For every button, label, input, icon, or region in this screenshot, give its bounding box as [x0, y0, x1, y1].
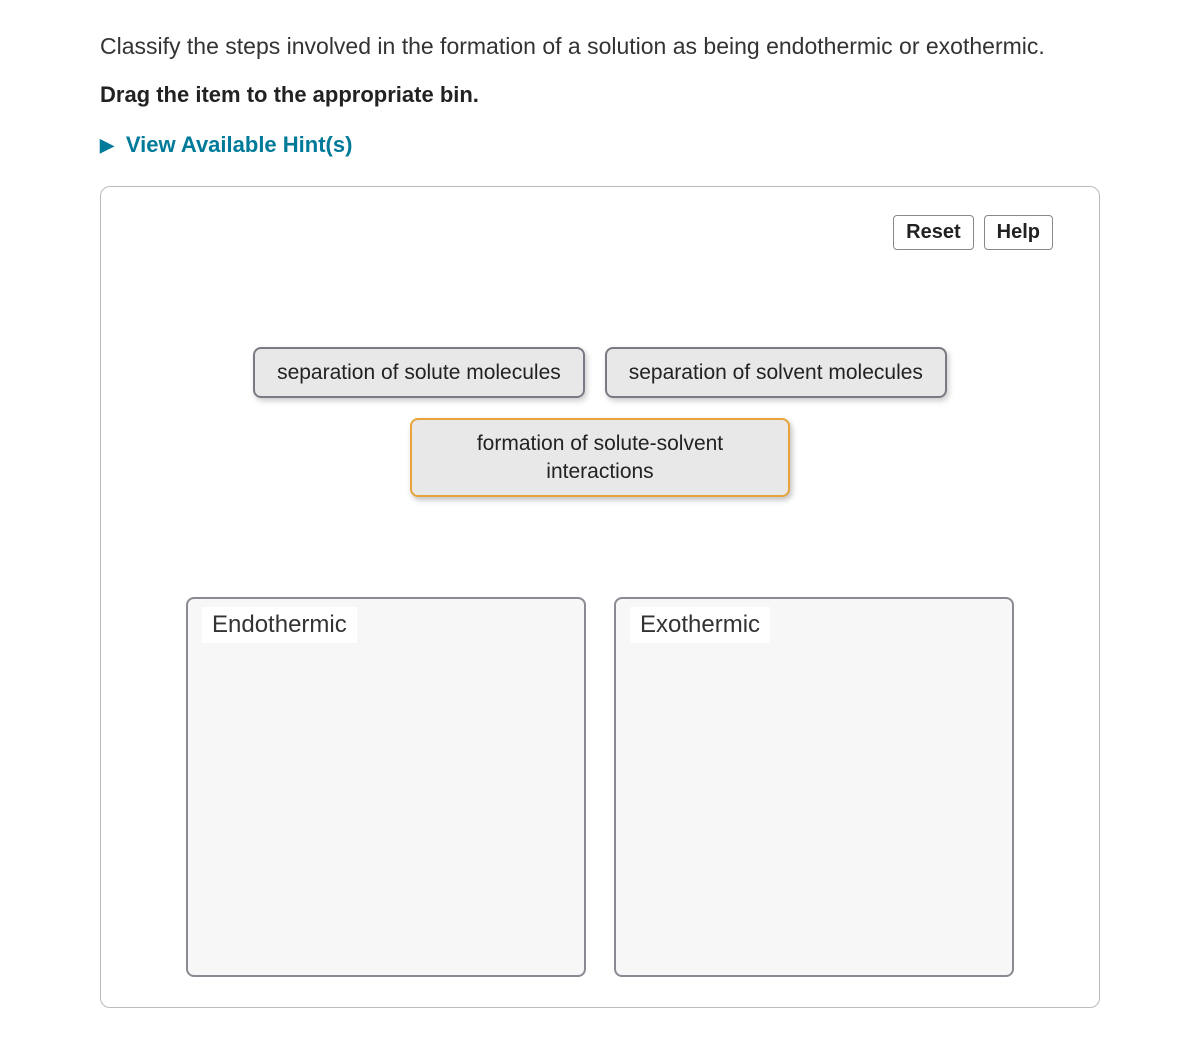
- drag-row-2: formation of solute-solvent interactions: [410, 418, 790, 497]
- chevron-right-icon: ▶: [100, 135, 114, 156]
- drag-item-formation-interactions[interactable]: formation of solute-solvent interactions: [410, 418, 790, 497]
- view-hints-toggle[interactable]: ▶ View Available Hint(s): [100, 132, 1100, 158]
- hints-label: View Available Hint(s): [126, 132, 353, 158]
- reset-button[interactable]: Reset: [893, 215, 973, 250]
- exercise-toolbar: Reset Help: [893, 215, 1053, 250]
- question-text: Classify the steps involved in the forma…: [100, 30, 1100, 62]
- help-button[interactable]: Help: [984, 215, 1053, 250]
- drag-item-separation-solute[interactable]: separation of solute molecules: [253, 347, 585, 398]
- drag-item-separation-solvent[interactable]: separation of solvent molecules: [605, 347, 947, 398]
- drag-instruction: Drag the item to the appropriate bin.: [100, 82, 1100, 108]
- exercise-container: Reset Help separation of solute molecule…: [100, 186, 1100, 1008]
- bin-endothermic[interactable]: Endothermic: [186, 597, 586, 977]
- bin-label-exothermic: Exothermic: [630, 607, 770, 643]
- drag-source-area: separation of solute molecules separatio…: [131, 347, 1069, 497]
- bins-row: Endothermic Exothermic: [131, 597, 1069, 977]
- bin-label-endothermic: Endothermic: [202, 607, 357, 643]
- drag-row-1: separation of solute molecules separatio…: [253, 347, 947, 398]
- bin-exothermic[interactable]: Exothermic: [614, 597, 1014, 977]
